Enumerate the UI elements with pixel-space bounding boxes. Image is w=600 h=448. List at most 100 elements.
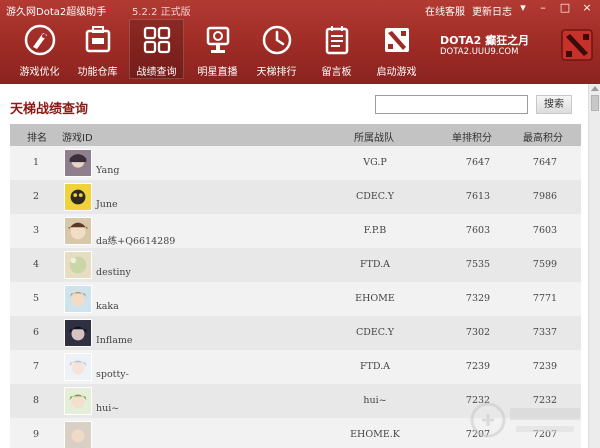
- player-name: kaka: [96, 301, 119, 312]
- search-input[interactable]: [375, 95, 528, 114]
- nav-label: 战绩查询: [136, 67, 177, 78]
- team-cell: EHOME: [355, 293, 395, 304]
- rank-cell: 1: [32, 157, 40, 168]
- nav-ladder-rank[interactable]: 天梯排行: [249, 19, 304, 79]
- app-title: 游久网Dota2超级助手: [6, 7, 107, 18]
- max-score-cell: 7337: [532, 327, 558, 338]
- brand-site: DOTA2.UUU9.COM: [440, 47, 519, 57]
- team-cell: CDEC.Y: [355, 327, 395, 338]
- rank-cell: 2: [32, 191, 40, 202]
- max-score-cell: 7603: [532, 225, 558, 236]
- nav-message-board[interactable]: 留言板: [309, 19, 364, 79]
- nav-record-query[interactable]: 战绩查询: [129, 19, 184, 79]
- title-bar: 游久网Dota2超级助手 5.2.2 正式版 在线客服 更新日志 ▾ – □ ×: [0, 0, 600, 18]
- nav-game-optimize[interactable]: 游戏优化: [12, 19, 67, 79]
- max-score-cell: 7986: [532, 191, 558, 202]
- max-score-cell: 7771: [532, 293, 558, 304]
- rocket-icon: [24, 24, 56, 56]
- app-version: 5.2.2 正式版: [132, 7, 191, 18]
- team-cell: EHOME.K: [350, 429, 400, 440]
- avatar: [64, 421, 92, 448]
- scroll-thumb[interactable]: [591, 95, 599, 111]
- player-name: Inflame: [96, 335, 133, 346]
- rank-score-cell: 7329: [465, 293, 491, 304]
- notepad-icon: [325, 26, 349, 55]
- minimize-icon[interactable]: –: [536, 1, 550, 15]
- avatar: [64, 387, 92, 415]
- avatar: [64, 319, 92, 347]
- brand-block: DOTA2 癫狂之月 DOTA2.UUU9.COM: [440, 29, 594, 62]
- rank-score-cell: 7647: [465, 157, 491, 168]
- table-row[interactable]: 3 da练+Q6614289 F.P.B 7603 7603: [10, 214, 581, 248]
- avatar: [64, 353, 92, 381]
- rank-cell: 6: [32, 327, 40, 338]
- search-button[interactable]: 搜索: [536, 95, 572, 114]
- broadcast-icon: [206, 26, 230, 53]
- rank-score-cell: 7603: [465, 225, 491, 236]
- rank-cell: 7: [32, 361, 40, 372]
- avatar: [64, 217, 92, 245]
- rank-cell: 3: [32, 225, 40, 236]
- nav-star-live[interactable]: 明星直播: [190, 19, 245, 79]
- update-log-link[interactable]: 更新日志: [472, 3, 512, 18]
- table-row[interactable]: 7 spotty- FTD.A 7239 7239: [10, 350, 581, 384]
- rank-score-cell: 7613: [465, 191, 491, 202]
- team-cell: F.P.B: [363, 225, 387, 236]
- watermark-logo: [470, 402, 580, 438]
- rank-cell: 4: [32, 259, 40, 270]
- table-row[interactable]: 4 destiny FTD.A 7535 7599: [10, 248, 581, 282]
- avatar: [64, 183, 92, 211]
- main-content: 天梯战绩查询 搜索 排名 游戏ID 所属战队 单排积分 最高积分 1 Yang …: [0, 84, 588, 448]
- clock-icon: [262, 25, 292, 55]
- grid-icon: [143, 26, 171, 54]
- nav-launch-game[interactable]: 启动游戏: [369, 19, 424, 79]
- avatar: [64, 251, 92, 279]
- nav-label: 留言板: [321, 67, 352, 78]
- team-cell: FTD.A: [359, 259, 391, 270]
- player-name: hui~: [96, 403, 120, 414]
- toolbox-icon: [85, 26, 111, 53]
- table-row[interactable]: 5 kaka EHOME 7329 7771: [10, 282, 581, 316]
- table-row[interactable]: 2 June CDEC.Y 7613 7986: [10, 180, 581, 214]
- nav-label: 启动游戏: [376, 67, 417, 78]
- menu-icon[interactable]: ▾: [516, 1, 530, 15]
- dota-icon: [385, 28, 409, 52]
- header-team: 所属战队: [354, 133, 394, 144]
- max-score-cell: 7647: [532, 157, 558, 168]
- team-cell: VG.P: [363, 157, 387, 168]
- maximize-icon[interactable]: □: [558, 1, 572, 15]
- team-cell: CDEC.Y: [355, 191, 395, 202]
- header-game-id: 游戏ID: [62, 133, 93, 144]
- header-max-score: 最高积分: [523, 133, 563, 144]
- app-header: 游久网Dota2超级助手 5.2.2 正式版 在线客服 更新日志 ▾ – □ ×…: [0, 0, 600, 84]
- player-name: spotty-: [96, 369, 129, 380]
- rank-cell: 5: [32, 293, 40, 304]
- nav-toolbox[interactable]: 功能仓库: [70, 19, 125, 79]
- nav-label: 游戏优化: [19, 67, 60, 78]
- max-score-cell: 7599: [532, 259, 558, 270]
- table-row[interactable]: 1 Yang VG.P 7647 7647: [10, 146, 581, 180]
- page-title: 天梯战绩查询: [10, 102, 89, 117]
- online-support-link[interactable]: 在线客服: [425, 3, 465, 18]
- dota2-logo-icon: [561, 29, 593, 61]
- player-name: Yang: [96, 165, 120, 176]
- header-rank: 排名: [27, 133, 47, 144]
- player-name: da练+Q6614289: [96, 236, 176, 247]
- close-icon[interactable]: ×: [580, 1, 594, 15]
- rank-score-cell: 7239: [465, 361, 491, 372]
- avatar: [64, 285, 92, 313]
- avatar: [64, 149, 92, 177]
- rank-score-cell: 7302: [465, 327, 491, 338]
- max-score-cell: 7239: [532, 361, 558, 372]
- player-name: June: [96, 199, 118, 210]
- nav-label: 天梯排行: [256, 67, 297, 78]
- brand-title: DOTA2 癫狂之月: [440, 34, 530, 47]
- rank-cell: 8: [32, 395, 40, 406]
- table-header: 排名 游戏ID 所属战队 单排积分 最高积分: [10, 124, 581, 146]
- header-rank-score: 单排积分: [452, 133, 492, 144]
- vertical-scrollbar[interactable]: [588, 84, 600, 448]
- rank-cell: 9: [32, 429, 40, 440]
- nav-label: 功能仓库: [77, 67, 118, 78]
- table-row[interactable]: 6 Inflame CDEC.Y 7302 7337: [10, 316, 581, 350]
- scroll-up-icon[interactable]: [591, 86, 599, 91]
